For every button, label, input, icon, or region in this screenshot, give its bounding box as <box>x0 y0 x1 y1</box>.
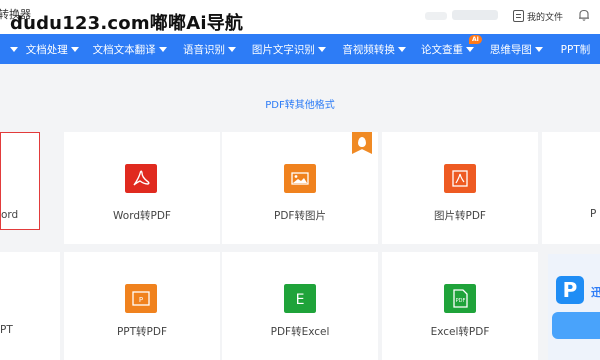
tool-card-pdf-to-excel[interactable]: E PDF转Excel <box>222 252 378 360</box>
nav-item-image-ocr[interactable]: 图片文字识别 <box>252 34 342 64</box>
svg-text:PDF: PDF <box>456 298 466 304</box>
chevron-down-icon <box>466 46 475 52</box>
pdf-icon <box>125 164 157 193</box>
nav-item-doc-processing[interactable]: 文档处理 <box>26 34 93 64</box>
ppt-icon: P <box>125 284 157 313</box>
svg-text:P: P <box>139 296 143 304</box>
tool-card-label: PPT转PDF <box>116 326 168 338</box>
chevron-down-icon <box>158 46 167 52</box>
chevron-down-icon <box>317 46 326 52</box>
chevron-down-icon <box>228 46 237 52</box>
tool-card-image-to-pdf[interactable]: 图片转PDF <box>382 132 538 244</box>
pdf-image-icon <box>444 164 476 193</box>
tool-card-label: 图片转PDF <box>434 210 486 222</box>
promo-button[interactable] <box>552 312 600 339</box>
nav-item-doc-translate[interactable]: 文档文本翻译 <box>93 34 183 64</box>
tool-card-label: P <box>590 208 597 220</box>
tool-card-pdf-to-image[interactable]: PDF转图片 <box>222 132 378 244</box>
user-name-blurred[interactable] <box>452 10 498 20</box>
nav-item-label: 思维导图 <box>489 43 532 56</box>
nav-item-label: 图片文字识别 <box>251 43 315 56</box>
tool-card-ppt-to-pdf[interactable]: P PPT转PDF <box>64 252 220 360</box>
ai-badge: AI <box>468 35 482 44</box>
main-nav: 文档处理 文档文本翻译 语音识别 图片文字识别 音视频转换 论文查重 AI 思维… <box>0 34 600 64</box>
tool-card-label: PT <box>0 324 13 336</box>
nav-item-cut[interactable] <box>0 34 26 64</box>
app-logo-icon[interactable]: P <box>556 276 584 304</box>
tool-card-pdf-to-ppt[interactable]: PT <box>0 252 60 360</box>
nav-item-label: 音视频转换 <box>342 43 395 56</box>
nav-item-label: PPT制 <box>560 43 591 56</box>
bell-icon[interactable] <box>577 8 591 22</box>
nav-item-mind-map[interactable]: 思维导图 <box>490 34 561 64</box>
tool-card-pdf-to-word[interactable]: ord <box>0 132 40 230</box>
nav-item-label: 文档文本翻译 <box>92 43 156 56</box>
tool-card-partial[interactable]: P <box>542 132 600 244</box>
top-header: 转换器 dudu123.com嘟嘟Ai导航 我的文件 <box>0 0 600 34</box>
hot-corner-icon <box>352 132 372 154</box>
chevron-down-icon <box>397 46 406 52</box>
chevron-down-icon <box>70 46 79 52</box>
tool-card-label: Excel转PDF <box>430 326 490 338</box>
chevron-down-icon <box>534 46 543 52</box>
nav-item-label: 文档处理 <box>25 43 68 56</box>
nav-item-paper-check[interactable]: 论文查重 AI <box>421 34 490 64</box>
tool-card-label: ord <box>1 209 19 221</box>
tool-card-label: Word转PDF <box>113 210 171 222</box>
nav-item-label: 语音识别 <box>183 43 226 56</box>
tool-card-excel-to-pdf[interactable]: PDF Excel转PDF <box>382 252 538 360</box>
promo-text: 迅 <box>591 286 600 299</box>
file-list-icon <box>513 10 524 22</box>
chevron-down-icon <box>9 46 18 52</box>
side-promo-panel <box>548 254 600 360</box>
nav-item-ppt[interactable]: PPT制 <box>561 34 600 64</box>
tool-grid: ord Word转PDF PDF转图片 图片转PDF P PT P PPT转PD… <box>0 128 600 360</box>
nav-item-av-convert[interactable]: 音视频转换 <box>342 34 421 64</box>
tool-card-label: PDF转Excel <box>270 326 330 338</box>
user-avatar-blurred[interactable] <box>425 12 447 20</box>
my-files-button[interactable]: 我的文件 <box>513 7 563 25</box>
nav-item-speech-recognition[interactable]: 语音识别 <box>183 34 252 64</box>
tool-card-word-to-pdf[interactable]: Word转PDF <box>64 132 220 244</box>
section-title: PDF转其他格式 <box>265 100 335 111</box>
image-icon <box>284 164 316 193</box>
pdf-doc-icon: PDF <box>444 284 476 313</box>
watermark-overlay: dudu123.com嘟嘟Ai导航 <box>10 13 244 34</box>
excel-icon: E <box>284 284 316 313</box>
my-files-label: 我的文件 <box>527 12 564 23</box>
svg-text:E: E <box>296 292 305 308</box>
tool-card-label: PDF转图片 <box>274 210 326 222</box>
nav-item-label: 论文查重 <box>421 43 464 56</box>
